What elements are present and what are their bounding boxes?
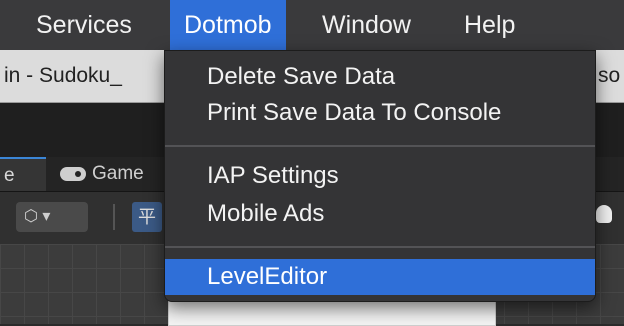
menu-item-delete-save-data[interactable]: Delete Save Data	[165, 59, 595, 95]
gamepad-icon	[60, 166, 86, 181]
tab-game[interactable]: Game	[60, 157, 144, 191]
menu-item-iap-settings[interactable]: IAP Settings	[165, 158, 595, 194]
toolbar-divider	[113, 204, 115, 230]
lightbulb-icon[interactable]	[596, 205, 612, 223]
dotmob-dropdown-menu: Delete Save Data Print Save Data To Cons…	[164, 50, 596, 302]
cube-dropdown-button[interactable]: ⬡ ▾	[16, 202, 88, 232]
chevron-down-icon: ▾	[42, 208, 51, 225]
menu-window[interactable]: Window	[308, 0, 425, 50]
menu-item-print-save-data[interactable]: Print Save Data To Console	[165, 95, 595, 131]
menu-item-mobile-ads[interactable]: Mobile Ads	[165, 196, 595, 232]
window-title: in - Sudoku_	[4, 64, 122, 87]
cube-icon: ⬡	[24, 208, 38, 225]
grid-toggle-button[interactable]: 平	[132, 202, 162, 232]
menu-separator	[165, 145, 595, 147]
menu-item-level-editor[interactable]: LevelEditor	[165, 259, 595, 295]
menu-services[interactable]: Services	[22, 0, 146, 50]
menu-help[interactable]: Help	[450, 0, 529, 50]
tab-scene[interactable]: e	[0, 157, 46, 191]
menu-dotmob[interactable]: Dotmob	[170, 0, 286, 50]
window-title-right-fragment: so	[598, 64, 621, 87]
menu-separator	[165, 246, 595, 248]
menu-bar: Services Dotmob Window Help	[0, 0, 624, 50]
tab-game-label: Game	[92, 163, 144, 184]
